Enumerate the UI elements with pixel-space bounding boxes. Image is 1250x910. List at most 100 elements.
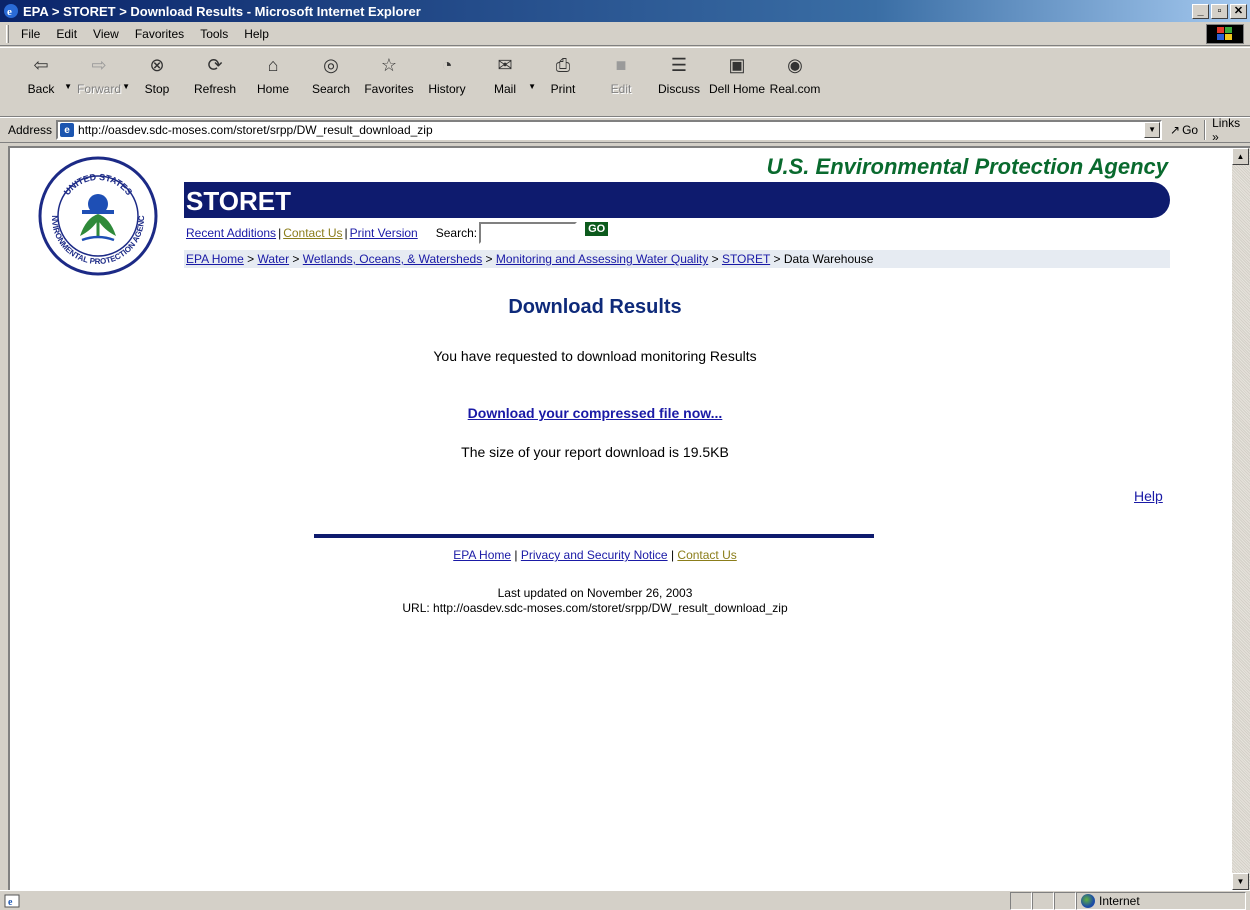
refresh-label: Refresh (193, 82, 237, 96)
forward-arrow-icon: ⇨ (91, 54, 107, 75)
scroll-down-icon[interactable]: ▼ (1232, 873, 1249, 890)
vertical-scrollbar[interactable]: ▲ ▼ (1232, 146, 1250, 890)
breadcrumb-separator: > (711, 252, 719, 266)
status-cell (1010, 891, 1032, 910)
svg-text:e: e (8, 897, 13, 908)
breadcrumb-monitoring[interactable]: Monitoring and Assessing Water Quality (496, 252, 708, 266)
recent-additions-link[interactable]: Recent Additions (186, 226, 276, 240)
status-cell (1032, 891, 1054, 910)
page-viewport: UNITED STATES ENVIRONMENTAL PROTECTION A… (8, 146, 1232, 890)
mail-button[interactable]: ✉ Mail ▼ (476, 52, 536, 108)
print-icon: ⎙ (555, 54, 571, 75)
internet-globe-icon (1081, 893, 1095, 908)
epa-seal-logo: UNITED STATES ENVIRONMENTAL PROTECTION A… (38, 156, 158, 276)
real-com-icon: ◉ (787, 54, 803, 75)
nav-separator: | (344, 226, 348, 240)
footer-epa-home-link[interactable]: EPA Home (453, 548, 511, 562)
links-button[interactable]: Links » (1212, 116, 1250, 144)
print-version-link[interactable]: Print Version (350, 226, 418, 240)
real-com-button[interactable]: ◉ Real.com (766, 52, 824, 108)
ie-logo-icon: e (4, 4, 18, 18)
edit-label: Edit (610, 82, 632, 96)
edit-button[interactable]: ■ Edit (592, 52, 650, 108)
footer-contact-link[interactable]: Contact Us (677, 548, 736, 562)
history-label: History (428, 82, 466, 96)
dell-home-label: Dell Home (708, 82, 765, 96)
breadcrumb-separator: > (292, 252, 300, 266)
back-label: Back (27, 82, 55, 96)
home-label: Home (256, 82, 289, 96)
footer-separator: | (670, 548, 675, 562)
last-updated: Last updated on November 26, 2003 (497, 586, 693, 600)
search-label: Search: (435, 226, 478, 240)
search-icon: ◎ (323, 54, 339, 75)
page-status-icon: e (4, 894, 20, 908)
menu-view[interactable]: View (85, 27, 127, 41)
menu-help[interactable]: Help (236, 27, 277, 41)
svg-text:e: e (7, 6, 12, 18)
page-icon: e (60, 123, 75, 137)
contact-us-link[interactable]: Contact Us (283, 226, 342, 240)
stop-label: Stop (144, 82, 170, 96)
home-icon: ⌂ (267, 54, 279, 75)
stop-icon: ⊗ (149, 54, 165, 75)
breadcrumb-separator: > (247, 252, 255, 266)
discuss-button[interactable]: ☰ Discuss (650, 52, 708, 108)
close-button[interactable]: ✕ (1230, 3, 1247, 19)
dell-home-icon: ▣ (728, 54, 746, 75)
address-input[interactable]: e http://oasdev.sdc-moses.com/storet/srp… (56, 120, 1163, 140)
discuss-label: Discuss (657, 82, 700, 96)
breadcrumb-epa-home[interactable]: EPA Home (186, 252, 244, 266)
request-message: You have requested to download monitorin… (433, 348, 757, 364)
mail-label: Mail (493, 82, 516, 96)
history-icon: ◔ (441, 54, 453, 75)
minimize-button[interactable]: _ (1192, 3, 1209, 19)
breadcrumb: EPA Home > Water > Wetlands, Oceans, & W… (184, 250, 1170, 268)
favorites-icon: ☆ (380, 54, 398, 75)
standard-toolbar: ⇦ Back ▼ ⇨ Forward ▼ ⊗ Stop ⟳ Refresh ⌂ … (0, 47, 1250, 117)
stop-button[interactable]: ⊗ Stop (128, 52, 186, 108)
menu-bar: File Edit View Favorites Tools Help (0, 22, 1250, 46)
search-label: Search (311, 82, 351, 96)
menu-favorites[interactable]: Favorites (127, 27, 192, 41)
print-button[interactable]: ⎙ Print (534, 52, 592, 108)
address-url[interactable]: http://oasdev.sdc-moses.com/storet/srpp/… (78, 123, 433, 137)
status-cell (1054, 891, 1076, 910)
back-arrow-icon: ⇦ (33, 54, 49, 75)
toolbar-separator (1204, 120, 1207, 140)
maximize-button[interactable]: ▫ (1211, 3, 1228, 19)
download-link[interactable]: Download your compressed file now... (468, 405, 723, 421)
search-input[interactable] (479, 222, 578, 244)
nav-separator: | (278, 226, 282, 240)
address-bar: Address e http://oasdev.sdc-moses.com/st… (0, 116, 1250, 144)
window-title-bar: e EPA > STORET > Download Results - Micr… (0, 0, 1250, 22)
breadcrumb-wetlands[interactable]: Wetlands, Oceans, & Watersheds (303, 252, 482, 266)
breadcrumb-water[interactable]: Water (258, 252, 290, 266)
favorites-button[interactable]: ☆ Favorites (360, 52, 418, 108)
edit-icon: ■ (615, 54, 627, 75)
address-label: Address (8, 123, 53, 137)
home-button[interactable]: ⌂ Home (244, 52, 302, 108)
breadcrumb-storet[interactable]: STORET (722, 252, 770, 266)
dell-home-button[interactable]: ▣ Dell Home (708, 52, 766, 108)
forward-button[interactable]: ⇨ Forward ▼ (70, 52, 130, 108)
address-dropdown-icon[interactable]: ▼ (1144, 122, 1161, 138)
menu-tools[interactable]: Tools (192, 27, 236, 41)
windows-logo-icon (1206, 24, 1244, 44)
menu-file[interactable]: File (13, 27, 48, 41)
scroll-up-icon[interactable]: ▲ (1232, 148, 1249, 165)
search-go-button[interactable]: GO (585, 222, 609, 236)
help-link[interactable]: Help (1134, 488, 1163, 504)
window-title: EPA > STORET > Download Results - Micros… (23, 3, 421, 19)
history-button[interactable]: ◔ History (418, 52, 476, 108)
go-button[interactable]: ↗ Go (1170, 123, 1198, 137)
footer-privacy-link[interactable]: Privacy and Security Notice (521, 548, 668, 562)
back-button[interactable]: ⇦ Back ▼ (12, 52, 72, 108)
refresh-button[interactable]: ⟳ Refresh (186, 52, 244, 108)
footer-separator: | (514, 548, 518, 562)
search-button[interactable]: ◎ Search (302, 52, 360, 108)
status-bar: e Internet (0, 890, 1250, 910)
zone-label: Internet (1099, 893, 1140, 908)
footer-divider (314, 534, 874, 538)
menu-edit[interactable]: Edit (48, 27, 85, 41)
